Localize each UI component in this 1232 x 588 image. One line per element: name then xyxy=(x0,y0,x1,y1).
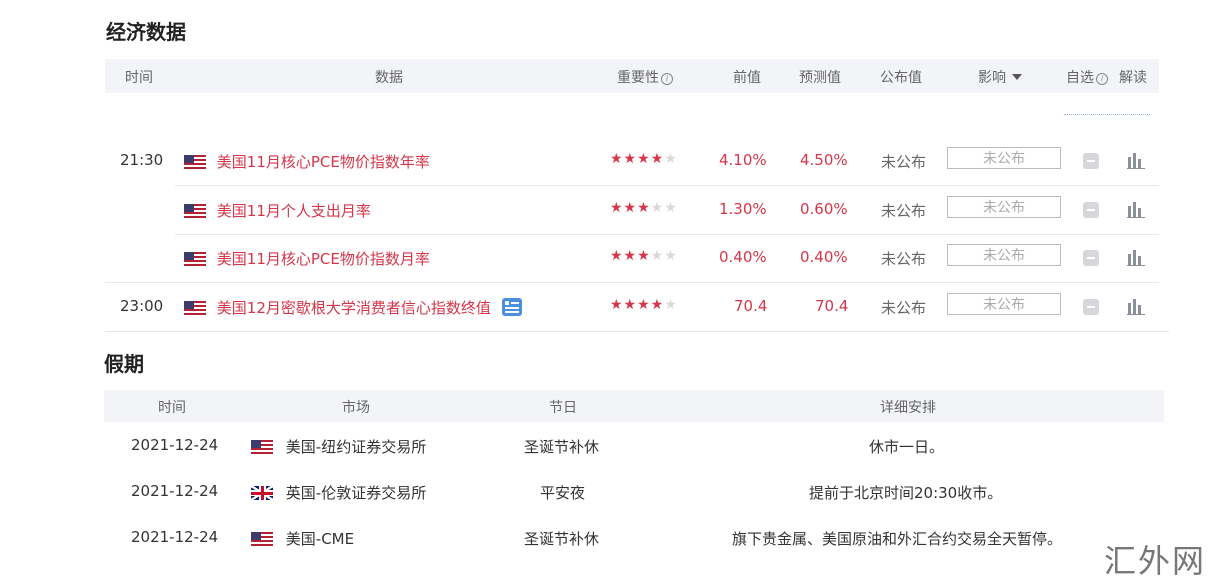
holiday-details: 旗下贵金属、美国原油和外汇合约交易全天暂停。 xyxy=(732,530,1063,548)
actual-value: 未公布 xyxy=(881,250,927,268)
us-flag-icon xyxy=(184,204,206,218)
importance-stars: ★★★★★ xyxy=(610,297,678,313)
holiday-name: 圣诞节补休 xyxy=(524,438,600,456)
economic-data-title: 经济数据 xyxy=(106,20,186,44)
event-name[interactable]: 美国11月个人支出月率 xyxy=(217,202,371,220)
market-cell: 英国-伦敦证券交易所 xyxy=(251,482,426,503)
header-interpret: 解读 xyxy=(1119,70,1147,86)
holidays-title: 假期 xyxy=(104,352,144,376)
us-flag-icon xyxy=(184,252,206,266)
market-name: 美国-CME xyxy=(285,530,355,548)
table-row: 23:00 美国12月密歇根大学消费者信心指数终值 ★★★★★ 70.4 70.… xyxy=(105,283,1159,331)
uk-flag-icon xyxy=(251,486,273,500)
actual-value: 未公布 xyxy=(881,202,927,220)
impact-box: 未公布 xyxy=(947,244,1061,266)
importance-stars: ★★★★★ xyxy=(610,200,678,216)
impact-box: 未公布 xyxy=(947,293,1061,315)
info-icon[interactable]: i xyxy=(661,73,673,85)
header-importance: 重要性 i xyxy=(617,67,673,87)
market-name: 英国-伦敦证券交易所 xyxy=(285,484,427,502)
event-cell[interactable]: 美国11月个人支出月率 xyxy=(184,200,371,221)
event-cell[interactable]: 美国12月密歇根大学消费者信心指数终值 xyxy=(184,297,522,318)
actual-value: 未公布 xyxy=(881,299,927,317)
holiday-details: 休市一日。 xyxy=(869,438,945,456)
economic-table-header: 时间 数据 重要性 i 前值 预测值 公布值 影响 自选 i 解读 xyxy=(105,59,1159,93)
previous-value: 1.30% xyxy=(719,200,767,218)
header-actual: 公布值 xyxy=(880,70,922,86)
previous-value: 4.10% xyxy=(719,151,767,169)
header-time: 时间 xyxy=(125,70,153,86)
holiday-name: 圣诞节补休 xyxy=(524,530,600,548)
market-cell: 美国-纽约证券交易所 xyxy=(251,436,426,457)
header-forecast: 预测值 xyxy=(799,70,841,86)
us-flag-icon xyxy=(251,440,273,454)
watch-checkbox[interactable] xyxy=(1083,250,1099,266)
previous-value: 70.4 xyxy=(734,297,768,315)
us-flag-icon xyxy=(251,532,273,546)
us-flag-icon xyxy=(184,155,206,169)
table-row: 2021-12-24 美国-CME 圣诞节补休 旗下贵金属、美国原油和外汇合约交… xyxy=(104,516,1164,562)
table-row: 美国11月个人支出月率 ★★★★★ 1.30% 0.60% 未公布 未公布 xyxy=(105,186,1159,234)
caret-down-icon xyxy=(1012,74,1022,80)
event-name[interactable]: 美国11月核心PCE物价指数年率 xyxy=(217,153,430,171)
impact-box: 未公布 xyxy=(947,196,1061,218)
header-details: 详细安排 xyxy=(880,400,936,416)
previous-value: 0.40% xyxy=(719,248,767,266)
watch-checkbox[interactable] xyxy=(1083,153,1099,169)
chart-bar-icon[interactable] xyxy=(1127,297,1145,315)
header-holiday: 节日 xyxy=(549,400,577,416)
loading-dotted-line xyxy=(1064,114,1150,115)
site-watermark: 汇外网 xyxy=(1104,542,1207,580)
table-row: 2021-12-24 英国-伦敦证券交易所 平安夜 提前于北京时间20:30收市… xyxy=(104,470,1164,516)
chart-bar-icon[interactable] xyxy=(1127,200,1145,218)
actual-value: 未公布 xyxy=(881,153,927,171)
holiday-date: 2021-12-24 xyxy=(131,528,219,546)
forecast-value: 70.4 xyxy=(815,297,849,315)
event-name[interactable]: 美国11月核心PCE物价指数月率 xyxy=(217,250,430,268)
us-flag-icon xyxy=(184,301,206,315)
info-icon[interactable]: i xyxy=(1096,73,1108,85)
row-divider xyxy=(105,331,1169,332)
chart-bar-icon[interactable] xyxy=(1127,248,1145,266)
event-time: 23:00 xyxy=(120,297,164,315)
forecast-value: 4.50% xyxy=(800,151,848,169)
chart-bar-icon[interactable] xyxy=(1127,151,1145,169)
header-previous: 前值 xyxy=(733,70,761,86)
forecast-value: 0.40% xyxy=(800,248,848,266)
header-market: 市场 xyxy=(342,400,370,416)
table-row: 21:30 美国11月核心PCE物价指数年率 ★★★★★ 4.10% 4.50%… xyxy=(105,137,1159,185)
calendar-icon[interactable] xyxy=(501,298,522,316)
market-cell: 美国-CME xyxy=(251,528,354,549)
header-impact-dropdown[interactable]: 影响 xyxy=(978,67,1022,87)
impact-box: 未公布 xyxy=(947,147,1061,169)
table-row: 美国11月核心PCE物价指数月率 ★★★★★ 0.40% 0.40% 未公布 未… xyxy=(105,234,1159,282)
header-time: 时间 xyxy=(158,400,186,416)
event-time: 21:30 xyxy=(120,151,164,169)
importance-stars: ★★★★★ xyxy=(610,248,678,264)
event-cell[interactable]: 美国11月核心PCE物价指数月率 xyxy=(184,248,430,269)
importance-stars: ★★★★★ xyxy=(610,151,678,167)
header-watch: 自选 i xyxy=(1066,67,1108,87)
holiday-date: 2021-12-24 xyxy=(131,482,219,500)
holiday-name: 平安夜 xyxy=(540,484,586,502)
watch-checkbox[interactable] xyxy=(1083,202,1099,218)
table-row: 2021-12-24 美国-纽约证券交易所 圣诞节补休 休市一日。 xyxy=(104,424,1164,470)
holiday-details: 提前于北京时间20:30收市。 xyxy=(809,484,1003,502)
watch-checkbox[interactable] xyxy=(1083,299,1099,315)
event-name[interactable]: 美国12月密歇根大学消费者信心指数终值 xyxy=(217,299,491,317)
holiday-table-header: 时间 市场 节日 详细安排 xyxy=(104,390,1164,422)
forecast-value: 0.60% xyxy=(800,200,848,218)
header-data: 数据 xyxy=(375,70,403,86)
event-cell[interactable]: 美国11月核心PCE物价指数年率 xyxy=(184,151,430,172)
holiday-date: 2021-12-24 xyxy=(131,436,219,454)
market-name: 美国-纽约证券交易所 xyxy=(285,438,427,456)
